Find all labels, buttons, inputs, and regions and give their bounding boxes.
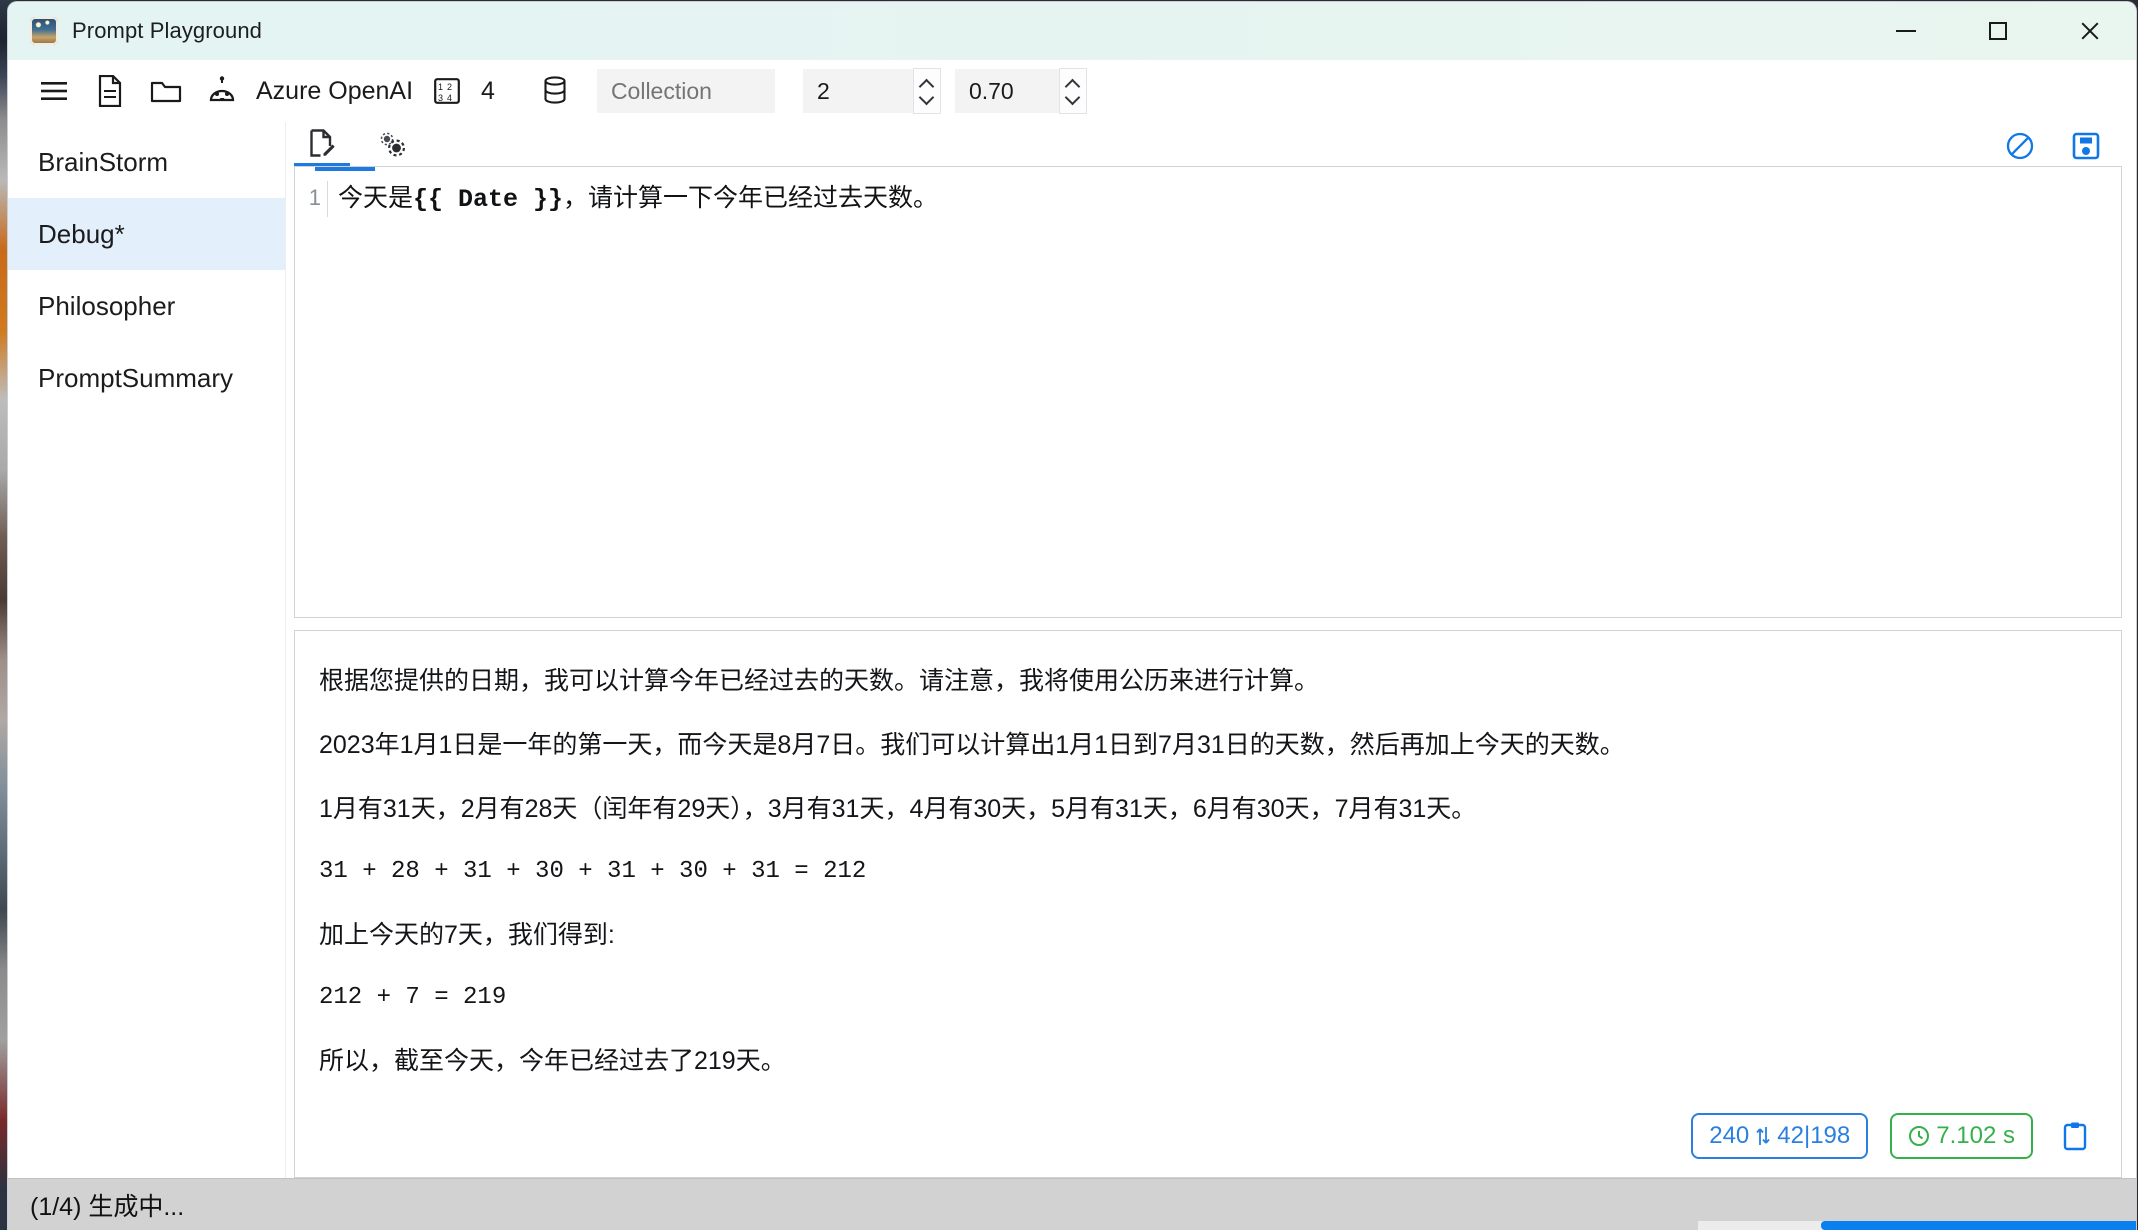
window-title: Prompt Playground xyxy=(72,18,263,43)
minimize-icon xyxy=(1896,30,1916,32)
response-meta-badges: 240 42|198 7.102 s xyxy=(1691,1113,2095,1159)
sidebar-item-brainstorm[interactable]: BrainStorm xyxy=(8,126,285,198)
editor-line-number: 1 xyxy=(308,185,321,210)
prompt-count-label: 4 xyxy=(481,76,495,105)
editor-text-line[interactable]: 今天是{{ Date }}，请计算一下今年已经过去天数。 xyxy=(338,181,938,217)
token-breakdown: 42|198 xyxy=(1777,1122,1851,1149)
svg-text:1: 1 xyxy=(438,82,443,92)
clock-icon xyxy=(1909,1126,1930,1146)
chevron-up-icon[interactable] xyxy=(1066,81,1079,88)
number-order-icon: 1 2 3 4 xyxy=(434,78,460,104)
editor-actions xyxy=(2000,126,2122,166)
collection-input[interactable] xyxy=(596,69,775,113)
close-icon xyxy=(2079,20,2101,42)
prompt-list-sidebar: BrainStorm Debug* Philosopher PromptSumm… xyxy=(8,122,286,1178)
model-provider-button[interactable] xyxy=(194,67,250,115)
editor-active-indicator xyxy=(315,167,375,171)
timing-text: 7.102 s xyxy=(1936,1122,2015,1149)
sidebar-item-debug[interactable]: Debug* xyxy=(8,198,285,270)
editor-text-before: 今天是 xyxy=(338,184,414,212)
response-paragraph: 31 + 28 + 31 + 30 + 31 + 30 + 31 = 212 xyxy=(319,858,867,886)
save-button[interactable] xyxy=(2066,126,2106,166)
collection-database-button[interactable] xyxy=(527,67,583,115)
sidebar-item-label: Debug* xyxy=(38,218,125,249)
hamburger-menu-icon xyxy=(41,82,67,100)
maximize-button[interactable] xyxy=(1952,2,2044,60)
sidebar-item-label: Philosopher xyxy=(38,290,176,321)
response-panel[interactable]: 根据您提供的日期，我可以计算今年已经过去的天数。请注意，我将使用公历来进行计算。… xyxy=(294,630,2122,1178)
sidebar-item-label: BrainStorm xyxy=(38,146,169,177)
app-logo-icon xyxy=(30,17,58,45)
token-usage-badge[interactable]: 240 42|198 xyxy=(1691,1113,1869,1159)
tab-settings[interactable] xyxy=(364,124,420,166)
stop-generation-button[interactable] xyxy=(2000,126,2040,166)
body-split: BrainStorm Debug* Philosopher PromptSumm… xyxy=(8,122,2136,1178)
chevron-down-icon[interactable] xyxy=(1066,94,1079,101)
maximize-icon xyxy=(1989,22,2007,40)
new-document-icon xyxy=(98,75,122,107)
sidebar-item-label: PromptSummary xyxy=(38,362,234,393)
up-down-arrows-icon xyxy=(1756,1127,1770,1145)
save-floppy-icon xyxy=(2072,132,2100,160)
open-folder-icon xyxy=(150,81,182,103)
close-button[interactable] xyxy=(2044,2,2136,60)
sidebar-item-philosopher[interactable]: Philosopher xyxy=(8,270,285,342)
sidebar-item-promptsummary[interactable]: PromptSummary xyxy=(8,342,285,414)
response-paragraph: 1月有31天，2月有28天（闰年有29天），3月有31天，4月有30天，5月有3… xyxy=(319,794,1477,823)
prompt-count-icon-button[interactable]: 1 2 3 4 xyxy=(419,67,475,115)
gears-icon xyxy=(380,132,406,157)
progress-bar-fill xyxy=(1820,1221,2136,1230)
timing-badge[interactable]: 7.102 s xyxy=(1890,1113,2033,1159)
response-paragraph: 加上今天的7天，我们得到: xyxy=(319,920,615,949)
temperature-input[interactable] xyxy=(954,69,1059,113)
generation-count-input[interactable] xyxy=(802,69,913,113)
editor-tab-strip xyxy=(286,122,2122,166)
token-total: 240 xyxy=(1709,1122,1750,1149)
minimize-button[interactable] xyxy=(1860,2,1952,60)
response-paragraph: 212 + 7 = 219 xyxy=(319,984,507,1012)
main-toolbar: Azure OpenAI 1 2 3 4 4 xyxy=(8,60,2136,122)
editor-variable-token: {{ Date }} xyxy=(413,185,564,214)
copy-response-button[interactable] xyxy=(2055,1116,2095,1156)
hamburger-menu-button[interactable] xyxy=(26,67,82,115)
database-icon xyxy=(544,76,566,104)
chevron-up-icon[interactable] xyxy=(920,81,933,88)
stop-prohibited-icon xyxy=(2006,132,2034,160)
editor-gutter-divider xyxy=(327,181,328,217)
status-bar: (1/4) 生成中... xyxy=(8,1178,2136,1230)
tab-prompt[interactable] xyxy=(294,124,350,166)
status-text: (1/4) 生成中... xyxy=(30,1192,185,1221)
open-folder-button[interactable] xyxy=(138,67,194,115)
main-content: 1 今天是{{ Date }}，请计算一下今年已经过去天数。 根据您提供的日期，… xyxy=(286,122,2136,1178)
editor-text-after: ，请计算一下今年已经过去天数。 xyxy=(563,184,939,212)
chevron-down-icon[interactable] xyxy=(920,94,933,101)
editor-body: 1 今天是{{ Date }}，请计算一下今年已经过去天数。 xyxy=(295,167,2121,217)
prompt-editor[interactable]: 1 今天是{{ Date }}，请计算一下今年已经过去天数。 xyxy=(294,166,2122,618)
model-provider-label: Azure OpenAI xyxy=(256,76,414,105)
response-paragraph: 2023年1月1日是一年的第一天，而今天是8月7日。我们可以计算出1月1日到7月… xyxy=(319,730,1625,759)
svg-text:2: 2 xyxy=(447,82,452,92)
document-edit-icon xyxy=(310,128,335,157)
robot-icon xyxy=(209,76,235,102)
app-window: Prompt Playground Azure OpenAI 1 2 3 4 4… xyxy=(8,2,2136,1230)
progress-bar-track xyxy=(1698,1221,2136,1230)
svg-text:3: 3 xyxy=(438,93,443,103)
window-controls xyxy=(1860,2,2136,60)
clipboard-copy-icon xyxy=(2063,1122,2087,1151)
svg-text:4: 4 xyxy=(447,93,452,103)
new-document-button[interactable] xyxy=(82,67,138,115)
generation-count-stepper[interactable] xyxy=(912,68,941,114)
response-paragraph: 根据您提供的日期，我可以计算今年已经过去的天数。请注意，我将使用公历来进行计算。 xyxy=(319,667,1320,695)
temperature-stepper[interactable] xyxy=(1058,68,1087,114)
title-bar: Prompt Playground xyxy=(8,2,2136,60)
response-paragraph: 所以，截至今天，今年已经过去了219天。 xyxy=(319,1046,786,1075)
